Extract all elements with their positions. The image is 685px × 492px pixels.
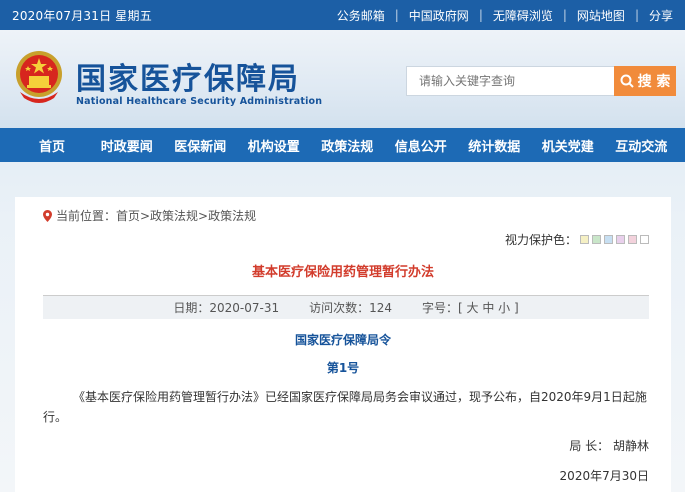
eye-protection-colors: 视力保护色：: [505, 231, 649, 248]
search-bar: 搜 索: [406, 66, 676, 96]
link-gov[interactable]: 中国政府网: [399, 7, 479, 24]
color-swatch-green[interactable]: [592, 235, 601, 244]
article-body: 《基本医疗保险用药管理暂行办法》已经国家医疗保障局局务会审议通过，现予公布，自2…: [43, 390, 647, 424]
decree-number: 第1号: [326, 361, 360, 375]
link-accessibility[interactable]: 无障碍浏览: [483, 7, 563, 24]
separator: |: [562, 8, 567, 22]
site-title-english: National Healthcare Security Administrat…: [76, 96, 323, 107]
current-date: 2020年07月31日 星期五: [12, 8, 152, 23]
content-panel: 当前位置：首页>政策法规>政策法规 视力保护色： 基本医疗保险用药管理暂行办法 …: [15, 197, 671, 492]
separator: |: [478, 8, 483, 22]
article-title: 基本医疗保险用药管理暂行办法: [251, 265, 434, 280]
nav-interaction[interactable]: 互动交流: [605, 136, 679, 155]
color-swatch-pink[interactable]: [628, 235, 637, 244]
article-sign-date: 2020年7月30日: [559, 469, 649, 483]
main-nav: 首页 时政要闻 医保新闻 机构设置 政策法规 信息公开 统计数据 机关党建 互动…: [0, 128, 685, 162]
color-swatch-yellow[interactable]: [580, 235, 589, 244]
nav-news[interactable]: 时政要闻: [90, 136, 164, 155]
location-pin-icon: [43, 209, 52, 222]
link-sitemap[interactable]: 网站地图: [567, 7, 635, 24]
separator: |: [394, 8, 399, 22]
top-bar: 2020年07月31日 星期五 公务邮箱 | 中国政府网 | 无障碍浏览 | 网…: [0, 0, 685, 30]
nav-healthcare-news[interactable]: 医保新闻: [164, 136, 238, 155]
link-email[interactable]: 公务邮箱: [327, 7, 395, 24]
nav-party[interactable]: 机关党建: [531, 136, 605, 155]
nav-disclosure[interactable]: 信息公开: [384, 136, 458, 155]
search-button-label: 搜 索: [637, 74, 671, 90]
article-meta: 日期：2020-07-31 访问次数：124 字号：[ 大 中 小 ]: [43, 295, 649, 319]
breadcrumb: 当前位置：首页>政策法规>政策法规: [43, 207, 256, 224]
separator: |: [634, 8, 639, 22]
search-icon: [620, 74, 634, 88]
article-issuer: 国家医疗保障局令: [294, 333, 391, 347]
nav-statistics[interactable]: 统计数据: [458, 136, 532, 155]
top-links: 公务邮箱 | 中国政府网 | 无障碍浏览 | 网站地图 | 分享: [327, 7, 673, 24]
article-signer: 局 长： 胡静林: [569, 439, 649, 453]
nav-organization[interactable]: 机构设置: [237, 136, 311, 155]
font-size-control[interactable]: 字号：[ 大 中 小 ]: [422, 299, 519, 316]
site-header: 国家医疗保障局 National Healthcare Security Adm…: [0, 30, 685, 128]
color-swatch-purple[interactable]: [616, 235, 625, 244]
breadcrumb-text[interactable]: 当前位置：首页>政策法规>政策法规: [56, 207, 256, 224]
link-share[interactable]: 分享: [639, 7, 673, 24]
vision-label: 视力保护色：: [504, 233, 577, 247]
site-title: 国家医疗保障局: [76, 62, 300, 97]
nav-policy[interactable]: 政策法规: [311, 136, 385, 155]
color-swatch-blue[interactable]: [604, 235, 613, 244]
article-date: 日期：2020-07-31: [173, 301, 280, 315]
nav-home[interactable]: 首页: [0, 136, 90, 155]
article-visits: 访问次数：124: [309, 301, 393, 315]
national-emblem-icon: [16, 51, 62, 103]
search-button[interactable]: 搜 索: [614, 66, 676, 96]
search-input[interactable]: [406, 66, 614, 96]
color-swatch-white[interactable]: [640, 235, 649, 244]
